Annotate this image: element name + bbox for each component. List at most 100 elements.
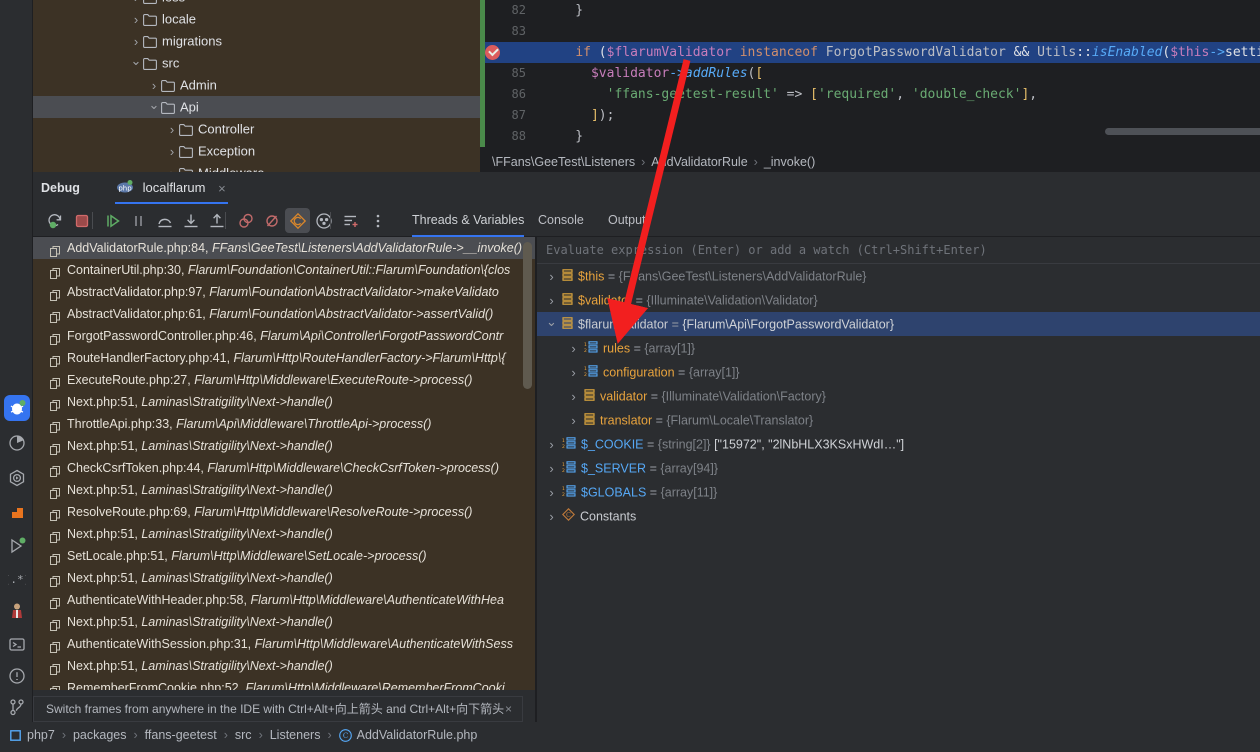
code-editor[interactable]: 82 } 83 84 if ($flarumValidator instanceof… — [480, 0, 1260, 172]
plugin-icon[interactable] — [4, 598, 30, 624]
frame-item[interactable]: AuthenticateWithSession.php:31, Flarum\H… — [33, 633, 535, 655]
profiler-icon[interactable] — [4, 430, 30, 456]
view-breakpoints-button[interactable] — [233, 208, 258, 233]
chevron-down-icon[interactable]: ⌄ — [129, 50, 143, 72]
debug-session-tab[interactable]: php localflarum × — [109, 172, 234, 204]
tree-item-less[interactable]: ›less — [33, 0, 480, 8]
frame-item[interactable]: ExecuteRoute.php:27, Flarum\Http\Middlew… — [33, 369, 535, 391]
regex-icon[interactable]: (.*) — [4, 566, 30, 592]
frame-item[interactable]: Next.php:51, Laminas\Stratigility\Next->… — [33, 479, 535, 501]
status-breadcrumb-segment[interactable]: ffans-geetest — [145, 728, 217, 742]
frame-item[interactable]: SetLocale.php:51, Flarum\Http\Middleware… — [33, 545, 535, 567]
code-line[interactable]: 84 if ($flarumValidator instanceof Forgo… — [480, 42, 1260, 63]
code-line[interactable]: 85 $validator->addRules([ — [480, 63, 1260, 84]
evaluate-expression-input[interactable]: Evaluate expression (Enter) or add a wat… — [537, 237, 1260, 264]
tree-item-admin[interactable]: › Admin — [33, 74, 480, 96]
chevron-right-icon[interactable]: › — [567, 385, 580, 409]
variable-row[interactable]: › $this = {FFans\GeeTest\Listeners\AddVal… — [537, 264, 1260, 288]
variable-row[interactable]: › 1 2 configuration = {array[1]} — [537, 360, 1260, 384]
frame-item[interactable]: AbstractValidator.php:61, Flarum\Foundat… — [33, 303, 535, 325]
status-breadcrumb-segment[interactable]: php7 — [27, 728, 55, 742]
frame-item[interactable]: Next.php:51, Laminas\Stratigility\Next->… — [33, 435, 535, 457]
chevron-right-icon[interactable]: › — [165, 163, 179, 172]
frame-item[interactable]: Next.php:51, Laminas\Stratigility\Next->… — [33, 567, 535, 589]
resume-button[interactable] — [100, 208, 125, 233]
code-line[interactable]: 83 — [480, 21, 1260, 42]
frame-item[interactable]: Next.php:51, Laminas\Stratigility\Next->… — [33, 523, 535, 545]
mute-breakpoints-button[interactable] — [259, 208, 284, 233]
chevron-down-icon[interactable]: ⌄ — [147, 94, 161, 116]
git-icon[interactable] — [4, 694, 30, 720]
chevron-right-icon[interactable]: › — [545, 265, 558, 289]
tree-item-src[interactable]: ⌄ src — [33, 52, 480, 74]
variable-row[interactable]: › $validator = {Illuminate\Validation\Val… — [537, 288, 1260, 312]
tab-output[interactable]: Output — [608, 204, 646, 237]
more-button[interactable] — [365, 208, 390, 233]
close-icon[interactable]: × — [505, 697, 512, 721]
chevron-right-icon[interactable]: › — [545, 457, 558, 481]
tree-item-controller[interactable]: › Controller — [33, 118, 480, 140]
frames-list[interactable]: AddValidatorRule.php:84, FFans\GeeTest\L… — [33, 237, 535, 690]
close-icon[interactable]: × — [218, 181, 226, 196]
frame-item[interactable]: AbstractValidator.php:97, Flarum\Foundat… — [33, 281, 535, 303]
settings-button[interactable] — [311, 208, 336, 233]
frame-item[interactable]: ThrottleApi.php:33, Flarum\Api\Middlewar… — [33, 413, 535, 435]
chevron-right-icon[interactable]: › — [129, 9, 143, 31]
variable-row[interactable]: ⌄ $flarumValidator = {Flarum\Api\ForgotPa… — [537, 312, 1260, 336]
services-icon[interactable] — [4, 533, 30, 559]
frame-item[interactable]: CheckCsrfToken.php:44, Flarum\Http\Middl… — [33, 457, 535, 479]
frame-item[interactable]: RememberFromCookie.php:52, Flarum\Http\M… — [33, 677, 535, 690]
status-bar-breadcrumb[interactable]: php7 › packages › ffans-geetest › src › Listener… — [0, 722, 1260, 748]
frame-item[interactable]: Next.php:51, Laminas\Stratigility\Next->… — [33, 655, 535, 677]
frames-scrollbar[interactable] — [523, 242, 532, 389]
status-breadcrumb-segment[interactable]: Listeners — [270, 728, 321, 742]
editor-horizontal-scrollbar[interactable] — [1105, 128, 1260, 135]
step-over-button[interactable] — [152, 208, 177, 233]
status-breadcrumb-segment[interactable]: AddValidatorRule.php — [357, 728, 478, 742]
tree-item-migrations[interactable]: › migrations — [33, 30, 480, 52]
layout-button[interactable] — [338, 208, 363, 233]
variable-row[interactable]: › translator = {Flarum\Locale\Translator} — [537, 408, 1260, 432]
frame-item[interactable]: ResolveRoute.php:69, Flarum\Http\Middlew… — [33, 501, 535, 523]
rerun-button[interactable] — [43, 208, 68, 233]
chevron-right-icon[interactable]: › — [567, 337, 580, 361]
code-line[interactable]: 82 } — [480, 0, 1260, 21]
chevron-right-icon[interactable]: › — [545, 433, 558, 457]
status-breadcrumb-segment[interactable]: packages — [73, 728, 127, 742]
variable-row[interactable]: › 1 2 $GLOBALS = {array[11]} — [537, 480, 1260, 504]
variable-row[interactable]: › 1 2 $_SERVER = {array[94]} — [537, 456, 1260, 480]
frame-item[interactable]: ContainerUtil.php:30, Flarum\Foundation\… — [33, 259, 535, 281]
problems-icon[interactable] — [4, 663, 30, 689]
breadcrumb-segment[interactable]: _invoke() — [764, 155, 815, 169]
debug-icon[interactable] — [4, 395, 30, 421]
pause-button[interactable] — [126, 208, 151, 233]
terminal-icon[interactable] — [4, 631, 30, 657]
run-icon[interactable] — [4, 465, 30, 491]
chevron-right-icon[interactable]: › — [165, 119, 179, 141]
variable-row[interactable]: › validator = {Illuminate\Validation\Fact… — [537, 384, 1260, 408]
breadcrumb-segment[interactable]: \FFans\GeeTest\Listeners — [492, 155, 635, 169]
build-icon[interactable] — [4, 500, 30, 526]
chevron-right-icon[interactable]: › — [567, 409, 580, 433]
frame-item[interactable]: RouteHandlerFactory.php:41, Flarum\Http\… — [33, 347, 535, 369]
chevron-right-icon[interactable]: › — [567, 361, 580, 385]
chevron-right-icon[interactable]: › — [545, 481, 558, 505]
chevron-right-icon[interactable]: › — [545, 505, 558, 529]
chevron-right-icon[interactable]: › — [165, 141, 179, 163]
frame-item[interactable]: AddValidatorRule.php:84, FFans\GeeTest\L… — [33, 237, 535, 259]
tab-threads-variables[interactable]: Threads & Variables — [412, 204, 525, 237]
breakpoint-icon[interactable] — [485, 45, 500, 60]
tool-window-rail[interactable]: (.*) — [0, 0, 33, 722]
tree-item-middleware[interactable]: ›Middleware — [33, 162, 480, 172]
frame-item[interactable]: ForgotPasswordController.php:46, Flarum\… — [33, 325, 535, 347]
step-into-button[interactable] — [178, 208, 203, 233]
variable-row[interactable]: › 1 2 $_COOKIE = {string[2]} ["15972", "2lN… — [537, 432, 1260, 456]
tree-item-exception[interactable]: › Exception — [33, 140, 480, 162]
frame-item[interactable]: Next.php:51, Laminas\Stratigility\Next->… — [33, 391, 535, 413]
project-tree[interactable]: ›less›locale›migrations⌄src›Admin⌄Api›Co… — [33, 0, 480, 172]
variable-row[interactable]: › C Constants — [537, 504, 1260, 528]
stop-button[interactable] — [69, 208, 94, 233]
frame-item[interactable]: Next.php:51, Laminas\Stratigility\Next->… — [33, 611, 535, 633]
breadcrumb-segment[interactable]: AddValidatorRule — [651, 155, 747, 169]
tree-item-locale[interactable]: › locale — [33, 8, 480, 30]
